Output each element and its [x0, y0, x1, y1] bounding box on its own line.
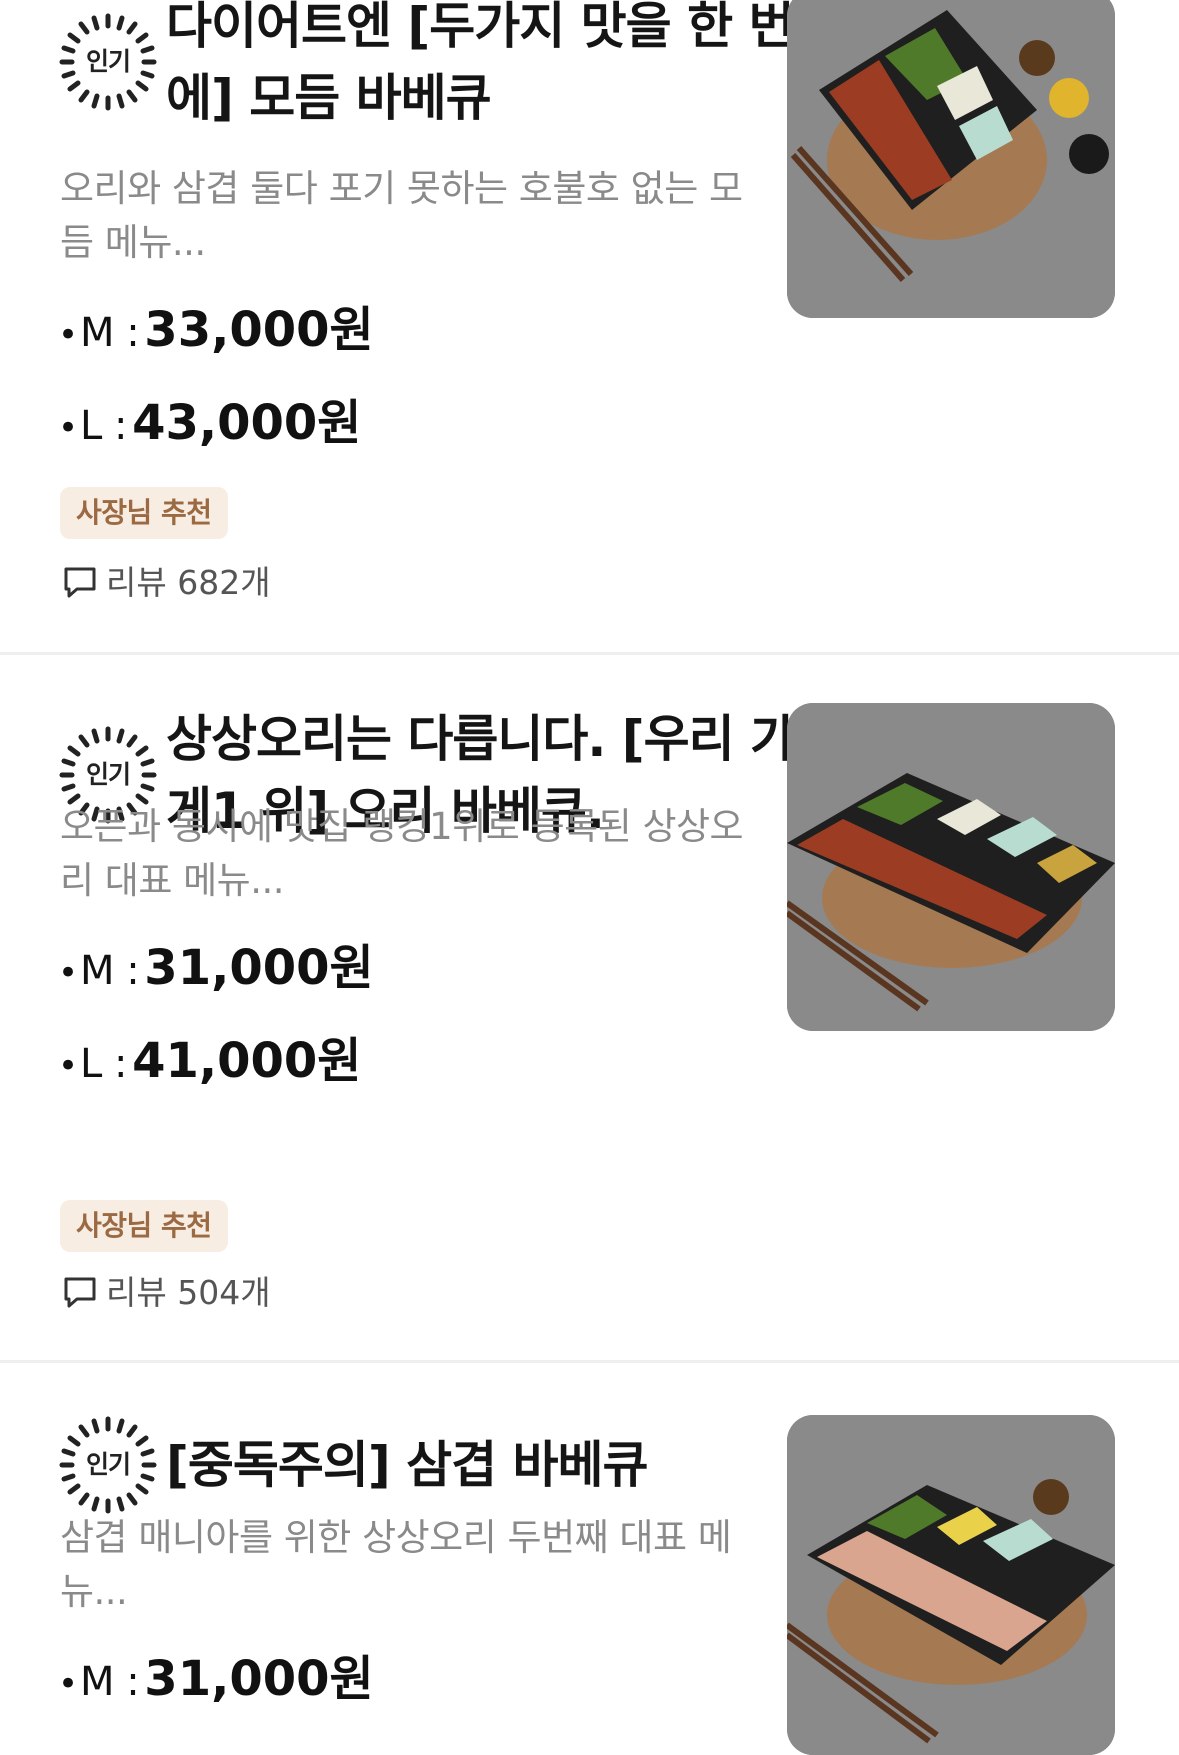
price-value: 31,000원 [144, 1651, 374, 1707]
menu-item-2[interactable]: 인기 상상오리는 다릅니다. [우리 가게1 위] 오리 바베큐. 오픈과 동시… [0, 655, 1179, 1360]
review-count-label: 리뷰 682개 [106, 563, 271, 602]
menu-item-photo[interactable] [787, 703, 1115, 1031]
review-count: 리뷰 504개 [60, 1270, 271, 1316]
menu-item-photo[interactable] [787, 1415, 1115, 1755]
item-title[interactable]: [중독주의] 삼겹 바베큐 [166, 1429, 806, 1501]
price-size-label: M : [80, 310, 140, 356]
item-description: 삼겹 매니아를 위한 상상오리 두번째 대표 메뉴... [60, 1516, 732, 1613]
owner-recommend-badge: 사장님 추천 [60, 1200, 228, 1252]
price-bullet: • [58, 1664, 79, 1704]
price-size-label: M : [80, 1659, 140, 1705]
price-row-m: •M : 33,000원 [58, 300, 374, 360]
price-row-l: •L : 43,000원 [58, 393, 361, 453]
price-bullet: • [58, 1046, 79, 1086]
bbq-platter-image-icon [787, 1415, 1115, 1755]
price-row-m: •M : 31,000원 [58, 938, 374, 998]
price-value: 41,000원 [132, 1033, 362, 1089]
price-value: 43,000원 [132, 395, 362, 451]
popular-badge-label: 인기 [85, 1450, 131, 1479]
menu-item-photo[interactable] [787, 0, 1115, 318]
review-count-label: 리뷰 504개 [106, 1273, 271, 1312]
price-bullet: • [58, 408, 79, 448]
price-size-label: L : [80, 1041, 127, 1087]
chat-bubble-icon [64, 567, 96, 597]
popular-badge-label: 인기 [85, 47, 131, 76]
price-row-m: •M : 31,000원 [58, 1649, 374, 1709]
menu-item-1[interactable]: 인기 다이어트엔 [두가지 맛을 한 번에] 모듬 바베큐 오리와 삼겹 둘다 … [0, 0, 1179, 652]
popular-badge: 인기 [58, 1415, 158, 1515]
price-size-label: M : [80, 948, 140, 994]
item-description: 오픈과 동시에 맛집 랭킹1위로 등록된 상상오리 대표 메뉴... [60, 805, 744, 902]
menu-item-3[interactable]: 인기 [중독주의] 삼겹 바베큐 삼겹 매니아를 위한 상상오리 두번째 대표 … [0, 1363, 1179, 1755]
price-value: 31,000원 [144, 940, 374, 996]
chat-bubble-icon [64, 1277, 96, 1307]
price-size-label: L : [80, 403, 127, 449]
price-bullet: • [58, 315, 79, 355]
price-value: 33,000원 [144, 302, 374, 358]
popular-badge: 인기 [58, 12, 158, 112]
price-row-l: •L : 41,000원 [58, 1031, 361, 1091]
review-count: 리뷰 682개 [60, 560, 271, 606]
bbq-platter-image-icon [787, 703, 1115, 1031]
item-title[interactable]: 다이어트엔 [두가지 맛을 한 번에] 모듬 바베큐 [166, 0, 806, 134]
price-bullet: • [58, 953, 79, 993]
item-description: 오리와 삼겹 둘다 포기 못하는 호불호 없는 모듬 메뉴... [60, 167, 743, 264]
owner-recommend-badge: 사장님 추천 [60, 487, 228, 539]
bbq-platter-image-icon [787, 0, 1115, 318]
